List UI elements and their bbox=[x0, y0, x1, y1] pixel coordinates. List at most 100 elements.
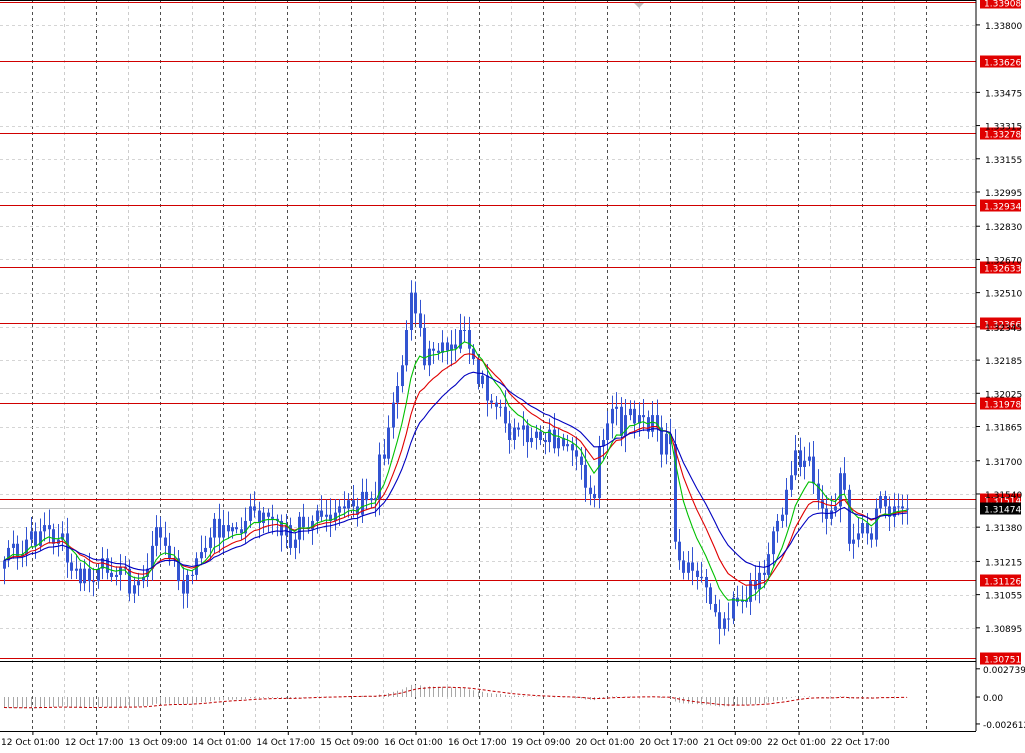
x-tick-label: 22 Oct 17:00 bbox=[831, 738, 890, 748]
chart-root: 1.33908 1.33626 1.33278 1.32934 1.32633 1.323… bbox=[0, 0, 1025, 749]
candle-body bbox=[629, 408, 632, 416]
candle-body bbox=[879, 496, 882, 509]
candle-body bbox=[213, 518, 216, 538]
y-tick-label: 1.31865 bbox=[985, 424, 1022, 434]
candle-body bbox=[660, 427, 663, 455]
candle-body bbox=[410, 292, 413, 330]
price-level-label: 1.33626 bbox=[984, 59, 1021, 69]
candle-body bbox=[718, 612, 721, 629]
candle-body bbox=[70, 562, 73, 571]
candle-body bbox=[526, 425, 529, 443]
candle-body bbox=[714, 603, 717, 613]
y-tick-label: 1.32510 bbox=[985, 290, 1022, 300]
candle-body bbox=[544, 440, 547, 443]
x-tick-label: 14 Oct 01:00 bbox=[193, 738, 252, 748]
y-tick-label: 1.31380 bbox=[985, 524, 1022, 534]
candle-body bbox=[732, 597, 735, 619]
candle-body bbox=[495, 402, 498, 407]
y-tick-label: 1.33315 bbox=[985, 123, 1022, 133]
candle-body bbox=[794, 450, 797, 476]
candle-body bbox=[486, 375, 489, 401]
candle-body bbox=[320, 510, 323, 517]
candle-body bbox=[88, 568, 91, 582]
candle-body bbox=[906, 508, 909, 510]
candle-body bbox=[481, 375, 484, 384]
y-tick-label: 1.31215 bbox=[985, 558, 1022, 568]
candle-body bbox=[316, 510, 319, 521]
x-tick-label: 16 Oct 01:00 bbox=[384, 738, 443, 748]
candle-body bbox=[843, 473, 846, 490]
candle-body bbox=[758, 572, 761, 590]
candle-body bbox=[271, 516, 274, 519]
x-tick-label: 20 Oct 01:00 bbox=[576, 738, 635, 748]
candle-body bbox=[92, 581, 95, 583]
candle-body bbox=[115, 574, 118, 577]
candle-body bbox=[687, 562, 690, 573]
candle-body bbox=[43, 525, 46, 532]
y-tick-label: 1.32995 bbox=[985, 189, 1022, 199]
candle-body bbox=[727, 618, 730, 620]
candle-body bbox=[30, 531, 33, 540]
x-tick-label: 13 Oct 09:00 bbox=[129, 738, 188, 748]
candle-body bbox=[133, 585, 136, 594]
candle-body bbox=[343, 506, 346, 509]
candle-body bbox=[396, 386, 399, 403]
candle-body bbox=[164, 537, 167, 546]
candle-body bbox=[253, 506, 256, 511]
candle-body bbox=[191, 574, 194, 576]
candle-body bbox=[781, 514, 784, 521]
candle-body bbox=[705, 576, 708, 588]
candle-body bbox=[222, 525, 225, 538]
candle-body bbox=[633, 408, 636, 424]
candle-body bbox=[848, 489, 851, 544]
candle-body bbox=[821, 500, 824, 509]
y-tick-label: 1.31700 bbox=[985, 458, 1022, 468]
candle-body bbox=[875, 508, 878, 540]
candle-body bbox=[52, 529, 55, 544]
candle-body bbox=[204, 547, 207, 553]
candle-body bbox=[571, 444, 574, 451]
candle-body bbox=[723, 618, 726, 629]
candle-body bbox=[48, 525, 51, 530]
candle-body bbox=[857, 533, 860, 540]
candle-body bbox=[580, 456, 583, 465]
candle-body bbox=[696, 570, 699, 577]
candle-body bbox=[861, 523, 864, 534]
candle-body bbox=[75, 568, 78, 571]
candle-body bbox=[79, 568, 82, 584]
candle-body bbox=[749, 581, 752, 602]
price-level-label: 1.32934 bbox=[984, 203, 1021, 213]
candle-body bbox=[767, 554, 770, 575]
candle-body bbox=[387, 427, 390, 459]
candle-body bbox=[709, 587, 712, 604]
candle-body bbox=[137, 581, 140, 586]
candle-body bbox=[785, 489, 788, 515]
candle-body bbox=[513, 427, 516, 440]
candle-body bbox=[499, 406, 502, 408]
candle-body bbox=[624, 415, 627, 436]
candle-body bbox=[508, 423, 511, 440]
y-tick-label: 1.31540 bbox=[985, 491, 1022, 501]
candle-body bbox=[606, 423, 609, 440]
candle-body bbox=[530, 437, 533, 443]
candle-body bbox=[405, 330, 408, 366]
candle-body bbox=[566, 444, 569, 447]
y-tick-label: 1.33800 bbox=[985, 22, 1022, 32]
candle-body bbox=[34, 531, 37, 546]
candle-body bbox=[535, 431, 538, 438]
candle-body bbox=[168, 545, 171, 559]
x-tick-label: 19 Oct 09:00 bbox=[512, 738, 571, 748]
candle-body bbox=[584, 464, 587, 488]
candle-body bbox=[414, 292, 417, 314]
candle-body bbox=[620, 406, 623, 436]
candle-body bbox=[419, 313, 422, 328]
candle-body bbox=[700, 576, 703, 578]
candle-body bbox=[186, 574, 189, 594]
candle-body bbox=[803, 460, 806, 467]
candle-body bbox=[468, 330, 471, 349]
candle-body bbox=[97, 568, 100, 582]
candle-body bbox=[897, 506, 900, 508]
candle-body bbox=[365, 491, 368, 501]
candle-body bbox=[155, 527, 158, 546]
candle-body bbox=[477, 359, 480, 384]
